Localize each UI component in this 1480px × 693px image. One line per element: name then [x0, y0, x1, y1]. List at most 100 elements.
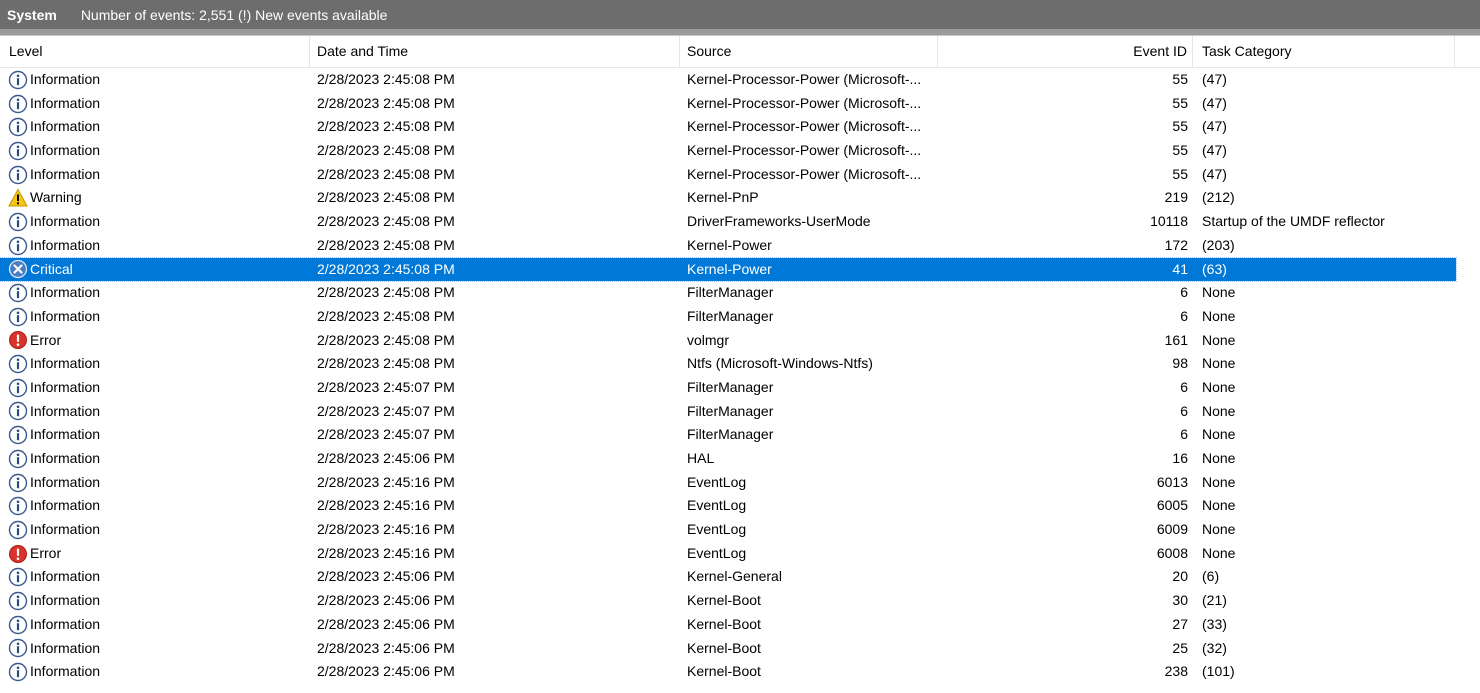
level-text: Information [30, 639, 101, 656]
cell-task-category: (47) [1202, 71, 1227, 87]
column-header-task-category[interactable]: Task Category [1193, 36, 1455, 67]
column-header-source[interactable]: Source [680, 36, 938, 67]
cell-task-category: None [1202, 355, 1236, 372]
cell-task-category: (47) [1202, 94, 1227, 111]
cell-task-category: None [1202, 426, 1236, 443]
table-row[interactable]: Information 2/28/2023 2:45:08 PM Kernel-Pr… [0, 139, 1456, 163]
error-icon [8, 330, 28, 350]
level-text: Information [30, 450, 101, 466]
cell-date: 2/28/2023 2:45:16 PM [317, 473, 455, 490]
table-row[interactable]: Information 2/28/2023 2:45:16 PM EventLog 6… [0, 471, 1456, 495]
cell-event-id: 6 [1180, 378, 1188, 395]
table-row[interactable]: Information 2/28/2023 2:45:07 PM FilterMan… [0, 400, 1456, 424]
cell-date: 2/28/2023 2:45:08 PM [317, 213, 455, 230]
table-row[interactable]: Error 2/28/2023 2:45:16 PM EventLog 6008 Non… [0, 542, 1456, 566]
table-row[interactable]: Information 2/28/2023 2:45:08 PM Kernel-Pr… [0, 68, 1456, 92]
cell-date: 2/28/2023 2:45:06 PM [317, 592, 455, 609]
table-row[interactable]: Information 2/28/2023 2:45:07 PM FilterMan… [0, 423, 1456, 447]
cell-level: Information [0, 115, 310, 139]
cell-event-id: 41 [1172, 260, 1188, 277]
cell-level: Information [0, 139, 310, 163]
cell-event-id: 30 [1172, 592, 1188, 609]
column-header-event-id[interactable]: Event ID [938, 36, 1193, 67]
table-row[interactable]: Information 2/28/2023 2:45:08 PM DriverFra… [0, 210, 1456, 234]
table-row[interactable]: Information 2/28/2023 2:45:08 PM Ntfs (Mic… [0, 352, 1456, 376]
table-row[interactable]: Error 2/28/2023 2:45:08 PM volmgr 161 None [0, 329, 1456, 353]
table-row[interactable]: Information 2/28/2023 2:45:08 PM Kernel-Pr… [0, 163, 1456, 187]
column-header-date[interactable]: Date and Time [310, 36, 680, 67]
level-text: Information [30, 378, 101, 395]
level-text: Information [30, 284, 101, 301]
level-text: Information [30, 426, 101, 443]
cell-date: 2/28/2023 2:45:07 PM [317, 402, 455, 419]
cell-event-id: 25 [1172, 639, 1188, 656]
cell-level: Information [0, 471, 310, 495]
level-text: Information [30, 307, 101, 324]
cell-date: 2/28/2023 2:45:06 PM [317, 639, 455, 656]
information-icon [8, 615, 28, 635]
cell-task-category: (47) [1202, 142, 1227, 159]
cell-task-category: None [1202, 450, 1236, 466]
table-row[interactable]: Information 2/28/2023 2:45:08 PM FilterMan… [0, 305, 1456, 329]
information-icon [8, 591, 28, 611]
table-row[interactable]: Critical 2/28/2023 2:45:08 PM Kernel-Power… [0, 256, 1457, 283]
information-icon [8, 378, 28, 398]
cell-event-id: 172 [1164, 236, 1188, 253]
cell-task-category: (47) [1202, 165, 1227, 182]
events-table[interactable]: Level Date and Time Source Event ID Task… [0, 36, 1480, 693]
cell-level: Information [0, 400, 310, 424]
level-text: Information [30, 568, 101, 585]
cell-task-category: None [1202, 378, 1236, 395]
level-text: Information [30, 663, 101, 680]
table-row[interactable]: Information 2/28/2023 2:45:16 PM EventLog 6… [0, 494, 1456, 518]
cell-date: 2/28/2023 2:45:16 PM [317, 544, 455, 561]
cell-source: volmgr [687, 331, 730, 348]
cell-level: Information [0, 494, 310, 518]
cell-level: Information [0, 423, 310, 447]
error-icon [8, 544, 28, 564]
information-icon [8, 70, 28, 90]
table-row[interactable]: Information 2/28/2023 2:45:06 PM Kernel-Bo… [0, 613, 1456, 637]
information-icon [8, 567, 28, 587]
table-row[interactable]: Information 2/28/2023 2:45:08 PM FilterMan… [0, 281, 1456, 305]
cell-source: Kernel-Power [687, 236, 772, 253]
cell-date: 2/28/2023 2:45:07 PM [317, 378, 455, 395]
log-title-bar: System Number of events: 2,551 (!) New e… [0, 0, 1480, 30]
level-text: Warning [30, 189, 82, 206]
pane-splitter[interactable] [0, 29, 1480, 36]
table-row[interactable]: Information 2/28/2023 2:45:08 PM Kernel-Po… [0, 234, 1456, 258]
table-row[interactable]: Information 2/28/2023 2:45:06 PM Kernel-Bo… [0, 589, 1456, 613]
information-icon [8, 449, 28, 469]
cell-event-id: 55 [1172, 94, 1188, 111]
cell-task-category: None [1202, 544, 1236, 561]
cell-date: 2/28/2023 2:45:08 PM [317, 355, 455, 372]
table-row[interactable]: Information 2/28/2023 2:45:06 PM Kernel-Bo… [0, 637, 1456, 661]
information-icon [8, 141, 28, 161]
column-header-level[interactable]: Level [0, 36, 310, 67]
table-row[interactable]: Warning 2/28/2023 2:45:08 PM Kernel-PnP 219… [0, 186, 1456, 210]
cell-level: Critical [0, 258, 310, 282]
table-row[interactable]: Information 2/28/2023 2:45:08 PM Kernel-Pr… [0, 92, 1456, 116]
cell-level: Warning [0, 186, 310, 210]
table-row[interactable]: Information 2/28/2023 2:45:07 PM FilterMan… [0, 376, 1456, 400]
information-icon [8, 94, 28, 114]
table-row[interactable]: Information 2/28/2023 2:45:16 PM EventLog 6… [0, 518, 1456, 542]
table-row[interactable]: Information 2/28/2023 2:45:08 PM Kernel-Pr… [0, 115, 1456, 139]
cell-level: Error [0, 329, 310, 353]
table-row[interactable]: Information 2/28/2023 2:45:06 PM Kernel-Bo… [0, 660, 1456, 684]
cell-task-category: None [1202, 331, 1236, 348]
cell-level: Information [0, 68, 310, 92]
cell-task-category: (21) [1202, 592, 1227, 609]
warning-icon [8, 188, 28, 208]
cell-event-id: 238 [1164, 663, 1188, 680]
cell-date: 2/28/2023 2:45:08 PM [317, 189, 455, 206]
cell-level: Information [0, 613, 310, 637]
table-row[interactable]: Information 2/28/2023 2:45:06 PM HAL 16 None [0, 447, 1456, 471]
level-text: Information [30, 94, 101, 111]
table-row[interactable]: Information 2/28/2023 2:45:06 PM Kernel-Ge… [0, 565, 1456, 589]
cell-task-category: (212) [1202, 189, 1235, 206]
cell-date: 2/28/2023 2:45:16 PM [317, 521, 455, 538]
information-icon [8, 165, 28, 185]
cell-task-category: None [1202, 521, 1236, 538]
information-icon [8, 425, 28, 445]
